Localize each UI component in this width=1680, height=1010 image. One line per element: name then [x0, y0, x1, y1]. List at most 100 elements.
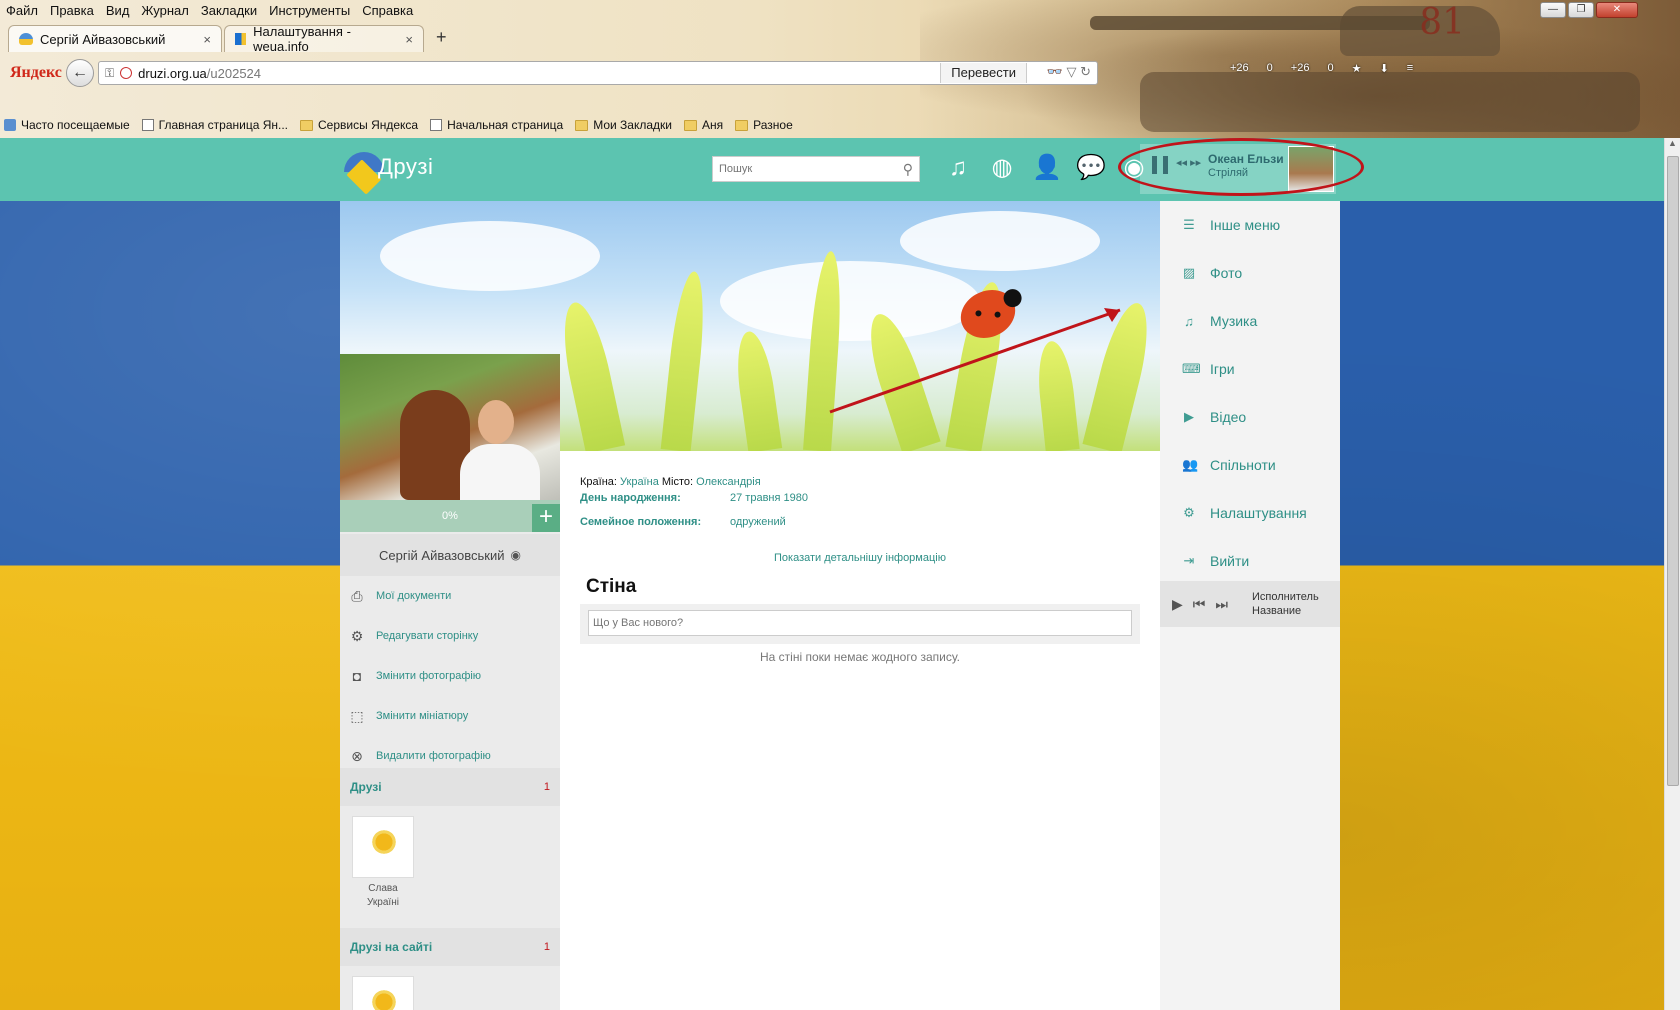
edit-page-link[interactable]: ⚙ Редагувати сторінку [340, 616, 560, 656]
wall-composer [580, 604, 1140, 644]
close-tab-icon[interactable]: × [203, 32, 211, 47]
bookmark-label: Мои Закладки [593, 118, 672, 132]
toolbar-extensions: +26 0 +26 0 ★ ⬇ ≡ [1230, 62, 1413, 75]
menu-edit[interactable]: Правка [50, 3, 94, 18]
tab-profile[interactable]: Сергій Айвазовський × [8, 25, 222, 52]
search-icon[interactable]: ⚲ [903, 161, 913, 178]
bookmark-anya[interactable]: Аня [683, 118, 723, 132]
gear-icon: ⚙ [350, 627, 364, 644]
arrow-left-icon: ← [72, 64, 88, 81]
menu-tools[interactable]: Инструменты [269, 3, 350, 18]
bookmark-yandex-home[interactable]: Главная страница Ян... [141, 118, 289, 132]
menu-icon[interactable]: ≡ [1407, 62, 1413, 75]
profile-actions: ⎙ Мої документи ⚙ Редагувати сторінку ◘ Змі… [340, 576, 560, 776]
bookmark-label: Главная страница Ян... [158, 118, 289, 132]
menu-help[interactable]: Справка [362, 3, 413, 18]
menu-bookmarks[interactable]: Закладки [201, 3, 257, 18]
url-path: /u202524 [206, 65, 262, 81]
site-friends-label: Друзі на сайті [350, 940, 433, 954]
scrollbar-thumb[interactable] [1667, 156, 1679, 786]
friend-avatar [352, 976, 414, 1010]
extension-count[interactable]: +26 [1230, 62, 1249, 75]
back-button[interactable]: ← [66, 59, 94, 87]
star-icon[interactable]: ★ [1352, 62, 1362, 75]
bookmarks-bar: Часто посещаемые Главная страница Ян... … [0, 114, 799, 136]
country-link[interactable]: Україна [620, 476, 659, 488]
friend-card[interactable]: Слава Україні [352, 816, 414, 910]
search-input[interactable] [719, 163, 889, 175]
logout-link[interactable]: ⇥ Вийти [1160, 537, 1340, 585]
key-icon: ⚿ [105, 65, 115, 80]
bookmark-yandex-services[interactable]: Сервисы Яндекса [300, 118, 418, 132]
folder-icon [300, 119, 314, 131]
menu-history[interactable]: Журнал [141, 3, 188, 18]
bookmark-label: Сервисы Яндекса [318, 118, 419, 132]
my-documents-link[interactable]: ⎙ Мої документи [340, 576, 560, 616]
previous-icon[interactable]: ⏮ [1193, 596, 1206, 613]
extension-count[interactable]: 0 [1267, 62, 1273, 75]
bookmark-start-page[interactable]: Начальная страница [430, 118, 563, 132]
menu-file[interactable]: Файл [6, 3, 38, 18]
theme-tank-gun [1090, 16, 1430, 30]
scroll-up-icon[interactable]: ▲ [1665, 138, 1680, 154]
translate-button[interactable]: Перевести [940, 63, 1027, 83]
address-bar[interactable]: ⚿ druzi.org.ua/u202524 Перевести 👓 ▽ ↻ [98, 61, 1098, 85]
close-window-button[interactable]: ✕ [1596, 2, 1638, 18]
show-more-link[interactable]: Показати детальнішу інформацію [580, 552, 1140, 564]
bookmark-misc[interactable]: Разное [735, 118, 793, 132]
eye-icon[interactable]: ◉ [510, 548, 520, 562]
gear-icon: ⚙ [1183, 505, 1195, 520]
new-tab-button[interactable]: + [436, 27, 447, 48]
yandex-logo[interactable]: Яндекс [10, 64, 66, 82]
bookmark-my-bookmarks[interactable]: Мои Закладки [575, 118, 672, 132]
play-icon[interactable]: ▶ [1172, 596, 1183, 613]
friends-section-header[interactable]: Друзі 1 [340, 768, 560, 806]
close-tab-icon[interactable]: × [405, 32, 413, 47]
communities-link[interactable]: 👥 Спільноти [1160, 441, 1340, 489]
profile-sidebar: 0% + Сергій Айвазовський ◉ ⎙ Мої документ… [340, 354, 560, 1010]
download-icon[interactable]: ⬇ [1379, 62, 1388, 75]
change-photo-link[interactable]: ◘ Змінити фотографію [340, 656, 560, 696]
bookmark-label: Начальная страница [447, 118, 564, 132]
bookmark-most-visited[interactable]: Часто посещаемые [4, 118, 130, 132]
menu-label: Змінити фотографію [376, 670, 482, 682]
remove-icon: ⊗ [351, 747, 363, 764]
next-icon[interactable]: ⏭ [1215, 596, 1228, 613]
site-friends-section-header[interactable]: Друзі на сайті 1 [340, 928, 560, 966]
browser-chrome: 81 Файл Правка Вид Журнал Закладки Инстр… [0, 0, 1680, 138]
web-page: Друзі ⚲ ♫ ◍ 👤 💬 ◉ ◂◂ ▸▸ Океан Ельзи Стрі… [0, 138, 1664, 1010]
country-label: Країна: [580, 476, 617, 488]
menu-label: Вийти [1210, 553, 1250, 569]
tab-settings[interactable]: Налаштування - weua.info × [224, 24, 424, 54]
extension-count[interactable]: +26 [1291, 62, 1310, 75]
profile-avatar[interactable] [340, 354, 560, 500]
friend-card[interactable] [352, 976, 414, 1010]
url-host: druzi.org.ua [138, 65, 207, 81]
site-friends-count: 1 [543, 941, 550, 953]
tab-bar: Сергій Айвазовський × Налаштування - weu… [0, 24, 447, 54]
profile-progress: 0% + [340, 500, 560, 532]
wall-post-input[interactable] [588, 610, 1132, 636]
theme-tank-number: 81 [1419, 2, 1465, 43]
site-logo-text[interactable]: Друзі [378, 154, 433, 180]
settings-link[interactable]: ⚙ Налаштування [1160, 489, 1340, 537]
menu-view[interactable]: Вид [106, 3, 130, 18]
city-link[interactable]: Олександрія [696, 476, 761, 488]
profile-info: Країна: Україна Місто: Олександрія День … [580, 476, 1140, 528]
print-icon: ⎙ [351, 587, 363, 604]
friends-label: Друзі [350, 780, 382, 794]
change-thumbnail-link[interactable]: ⬚ Змінити мініатюру [340, 696, 560, 736]
maximize-button[interactable]: ❐ [1568, 2, 1594, 18]
menu-label: Налаштування [1210, 505, 1307, 521]
extension-count[interactable]: 0 [1327, 62, 1333, 75]
reader-icon[interactable]: 👓 ▽ ↻ [1047, 64, 1091, 80]
menu-label: Спільноти [1210, 457, 1276, 473]
add-icon[interactable]: + [532, 504, 560, 532]
history-icon [4, 119, 16, 131]
group-icon: 👥 [1182, 457, 1199, 472]
minimize-button[interactable]: — [1540, 2, 1566, 18]
page-icon [430, 119, 443, 131]
annotation-arrow [829, 308, 1121, 414]
window-controls: — ❐ ✕ [1540, 2, 1638, 18]
page-scrollbar[interactable]: ▲ [1664, 138, 1680, 1010]
